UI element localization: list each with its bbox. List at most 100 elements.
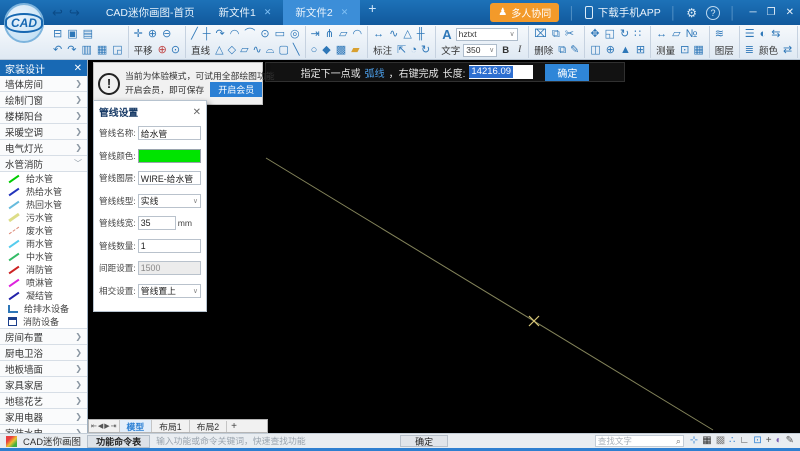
sidebar-group-item[interactable]: 电气灯光 ❯ bbox=[0, 140, 87, 156]
save-icon[interactable]: ▣ bbox=[65, 27, 79, 41]
sidebar-group-item[interactable]: 地毯花艺 ❯ bbox=[0, 393, 87, 409]
linetype-icon[interactable]: ≣ bbox=[743, 43, 756, 57]
copy-icon[interactable]: ⧉ bbox=[550, 27, 562, 41]
rounded-rect-icon[interactable]: ▢ bbox=[276, 43, 290, 57]
scale-icon[interactable]: ◱ bbox=[603, 27, 617, 41]
sidebar-group-item[interactable]: 采暖空调 ❯ bbox=[0, 124, 87, 140]
layers-icon[interactable]: ≋ bbox=[713, 27, 726, 41]
length-input[interactable]: 14216.09 bbox=[469, 65, 533, 79]
format-brush-icon[interactable]: ✎ bbox=[568, 43, 581, 57]
osnap-icon[interactable]: ⊹ bbox=[690, 436, 698, 446]
pipe-layer-input[interactable]: WIRE-给水管 bbox=[138, 171, 201, 185]
pan-hand-icon[interactable]: ✛ bbox=[132, 27, 145, 41]
sidebar-group-item[interactable]: 家装水电 ❯ bbox=[0, 425, 87, 433]
sidebar-group-item[interactable]: 家具家居 ❯ bbox=[0, 377, 87, 393]
bg-color-icon[interactable]: ◐ bbox=[776, 436, 782, 446]
measure-label[interactable]: 测量 bbox=[654, 43, 677, 57]
table-icon[interactable]: ▦ bbox=[691, 43, 705, 57]
trim-icon[interactable]: ⋔ bbox=[323, 27, 336, 41]
grid-icon[interactable]: ▦ bbox=[702, 436, 711, 446]
pipe-item[interactable]: 热回水管 bbox=[0, 198, 87, 211]
font-select[interactable]: hztxt ∨ bbox=[456, 28, 518, 41]
wave-icon[interactable]: ∿ bbox=[251, 43, 264, 57]
line-icon[interactable]: ╱ bbox=[189, 27, 200, 41]
pan-label[interactable]: 平移 bbox=[132, 43, 155, 57]
dim-aligned-icon[interactable]: ⇱ bbox=[395, 43, 408, 57]
minimize-button[interactable]: ─ bbox=[750, 7, 757, 18]
tab-file1[interactable]: 新文件1 ✕ bbox=[206, 0, 283, 25]
pipe-color-swatch[interactable] bbox=[138, 149, 201, 163]
collaboration-button[interactable]: ♟ 多人协同 bbox=[490, 3, 559, 22]
find-text-box[interactable]: ⌕ bbox=[595, 435, 684, 447]
dim-continue-icon[interactable]: ╫ bbox=[415, 27, 427, 41]
pipe-count-input[interactable]: 1 bbox=[138, 239, 201, 253]
donut-icon[interactable]: ◎ bbox=[288, 27, 302, 41]
close-tab-icon[interactable]: ✕ bbox=[264, 7, 272, 18]
color-label[interactable]: 颜色 bbox=[757, 43, 780, 57]
fire-device-item[interactable]: 消防设备 bbox=[0, 315, 87, 328]
pipe-item[interactable]: 污水管 bbox=[0, 211, 87, 224]
layer-label[interactable]: 图层 bbox=[713, 43, 736, 57]
sidebar-group-item[interactable]: 家用电器 ❯ bbox=[0, 409, 87, 425]
zoom-extents-icon[interactable]: ⊙ bbox=[169, 43, 182, 57]
library-folder-icon[interactable]: ▰ bbox=[349, 43, 361, 57]
point-icon[interactable]: ┼ bbox=[201, 27, 213, 41]
sidebar-group-item[interactable]: 地板墙面 ❯ bbox=[0, 361, 87, 377]
grid-dots-icon[interactable]: ▩ bbox=[716, 436, 725, 446]
help-icon[interactable]: ? bbox=[706, 6, 720, 20]
extend-icon[interactable]: ⇥ bbox=[309, 27, 322, 41]
line-label[interactable]: 直线 bbox=[189, 43, 212, 57]
pipe-name-input[interactable]: 给水管 bbox=[138, 126, 201, 140]
redo-icon[interactable]: ↷ bbox=[65, 43, 78, 57]
pipe-item[interactable]: 消防管 bbox=[0, 263, 87, 276]
triangle-icon[interactable]: △ bbox=[213, 43, 225, 57]
revolve-icon[interactable]: ○ bbox=[309, 43, 320, 57]
sidebar-group-item[interactable]: 楼梯阳台 ❯ bbox=[0, 108, 87, 124]
zoom-window-icon[interactable]: ⊕ bbox=[156, 43, 169, 57]
fill-icon[interactable]: ▩ bbox=[334, 43, 348, 57]
pipe-linetype-select[interactable]: 实线 ∨ bbox=[138, 194, 201, 208]
pipe-spacing-input[interactable]: 1500 bbox=[138, 261, 201, 275]
sidebar-group-item[interactable]: 墙体房间 ❯ bbox=[0, 76, 87, 92]
undo-icon[interactable]: ↶ bbox=[51, 43, 64, 57]
ortho-icon[interactable]: ∟ bbox=[740, 436, 750, 446]
paste-icon[interactable]: ⧉ bbox=[556, 43, 568, 57]
measure-length-icon[interactable]: ↔ bbox=[654, 27, 669, 41]
first-tab-icon[interactable]: ⇤ bbox=[91, 422, 97, 430]
dim-linear-icon[interactable]: ↔ bbox=[371, 27, 386, 41]
drainage-device-item[interactable]: 给排水设备 bbox=[0, 302, 87, 315]
array-icon[interactable]: ∷ bbox=[632, 27, 643, 41]
spline-icon[interactable]: ⌒ bbox=[242, 27, 257, 41]
save-as-icon[interactable]: ▤ bbox=[81, 27, 95, 41]
sidebar-group-item-expanded[interactable]: 水管消防 ﹀ bbox=[0, 156, 87, 172]
app-logo[interactable]: CAD bbox=[4, 3, 44, 43]
tab-home[interactable]: CAD迷你画图-首页 bbox=[94, 0, 207, 25]
add-layout-button[interactable]: + bbox=[226, 421, 241, 432]
tab-model[interactable]: 模型 bbox=[119, 420, 152, 432]
close-button[interactable]: ✕ bbox=[786, 7, 794, 18]
match-props-icon[interactable]: ⇆ bbox=[769, 27, 782, 41]
pipe-item[interactable]: 中水管 bbox=[0, 250, 87, 263]
hatch-icon[interactable]: ◆ bbox=[320, 43, 332, 57]
pipe-item[interactable]: 雨水管 bbox=[0, 237, 87, 250]
measure-area-icon[interactable]: ▱ bbox=[670, 27, 682, 41]
trash-icon[interactable]: ⌧ bbox=[532, 27, 549, 41]
chord-icon[interactable]: ⌓ bbox=[264, 43, 277, 57]
back-icon[interactable]: ↩ bbox=[52, 5, 63, 21]
dim-arc-icon[interactable]: ∿ bbox=[387, 27, 400, 41]
maximize-button[interactable]: ❐ bbox=[767, 7, 776, 18]
count-icon[interactable]: № bbox=[684, 27, 700, 41]
fillet-icon[interactable]: ◠ bbox=[351, 27, 365, 41]
polar-tracking-icon[interactable]: ∴ bbox=[729, 436, 735, 446]
cut-icon[interactable]: ✂ bbox=[563, 27, 576, 41]
sidebar-group-item[interactable]: 厨电卫浴 ❯ bbox=[0, 345, 87, 361]
mirror-icon[interactable]: ▲ bbox=[618, 43, 633, 57]
bold-button[interactable]: B bbox=[498, 44, 513, 57]
snapshot-icon[interactable]: ◲ bbox=[110, 43, 124, 57]
open-membership-button[interactable]: 开启会员 bbox=[210, 82, 262, 97]
open-file-icon[interactable]: ⊟ bbox=[51, 27, 64, 41]
download-app-button[interactable]: 下载手机APP bbox=[585, 5, 661, 20]
text-label[interactable]: 文字 bbox=[439, 43, 462, 57]
fullscreen-icon[interactable]: ⊡ bbox=[753, 436, 761, 446]
crosshair-size-icon[interactable]: + bbox=[766, 436, 772, 446]
